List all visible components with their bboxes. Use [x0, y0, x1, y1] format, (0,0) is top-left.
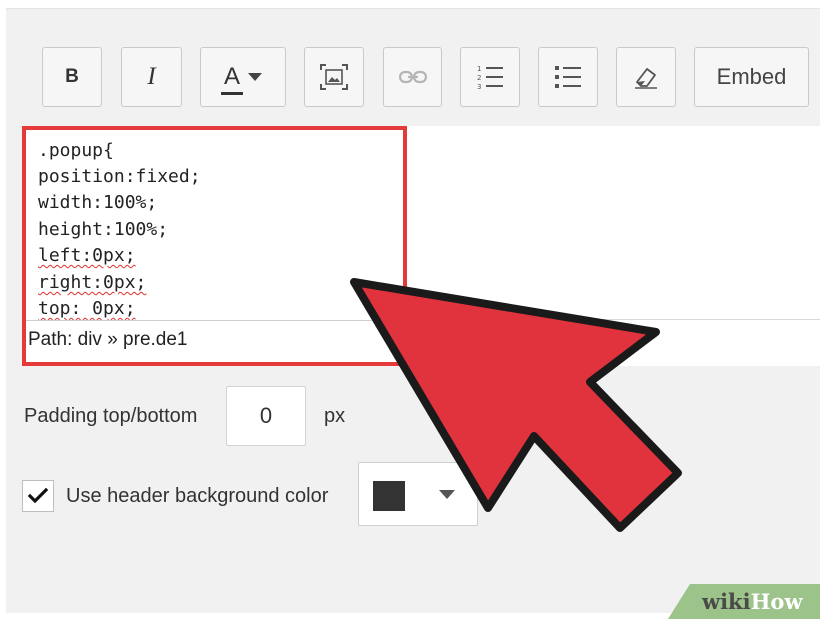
- padding-label: Padding top/bottom: [24, 405, 198, 427]
- color-underline: [220, 92, 243, 95]
- link-icon: [398, 70, 427, 84]
- bold-icon: B: [65, 66, 79, 87]
- bold-button[interactable]: B: [42, 47, 102, 107]
- ordered-list-button[interactable]: 1 2 3: [460, 47, 520, 107]
- watermark-wiki: wiki: [702, 589, 751, 614]
- bullet-list-button[interactable]: [538, 47, 598, 107]
- padding-input[interactable]: 0: [226, 386, 306, 446]
- link-button[interactable]: [383, 47, 442, 107]
- bullet-list-icon: [555, 66, 581, 88]
- clear-format-button[interactable]: [616, 47, 676, 107]
- image-icon: [320, 64, 348, 90]
- code-line: position:fixed;: [38, 166, 201, 187]
- svg-text:3: 3: [477, 83, 481, 91]
- code-line: width:100%;: [38, 192, 158, 213]
- svg-text:1: 1: [477, 65, 481, 73]
- code-line: left:0px;: [38, 245, 136, 266]
- checkmark-icon: [28, 488, 48, 504]
- padding-value: 0: [259, 403, 273, 428]
- svg-text:2: 2: [477, 74, 481, 82]
- eraser-icon: [635, 68, 657, 89]
- ordered-list-icon: 1 2 3: [477, 65, 503, 91]
- text-color-label: A: [223, 63, 240, 90]
- wikihow-watermark: wiki How: [668, 584, 820, 619]
- code-line: .popup{: [38, 140, 114, 161]
- element-path: Path: div » pre.de1: [28, 329, 188, 350]
- chevron-down-icon: [248, 73, 262, 81]
- watermark-how: How: [750, 589, 803, 614]
- italic-button[interactable]: I: [121, 47, 182, 107]
- text-color-icon: A: [220, 63, 243, 95]
- code-line: height:100%;: [38, 219, 169, 240]
- embed-button[interactable]: Embed: [694, 47, 809, 107]
- pointer-arrow-icon: [350, 278, 682, 532]
- panel-edge: [6, 8, 820, 9]
- text-color-button[interactable]: A: [200, 47, 286, 107]
- italic-icon: I: [147, 63, 156, 90]
- header-bg-label: Use header background color: [66, 485, 329, 507]
- header-bg-checkbox[interactable]: [22, 480, 54, 512]
- code-line: right:0px;: [38, 272, 147, 293]
- embed-label: Embed: [716, 64, 787, 89]
- image-button[interactable]: [304, 47, 364, 107]
- code-line: top: 0px;: [38, 298, 136, 319]
